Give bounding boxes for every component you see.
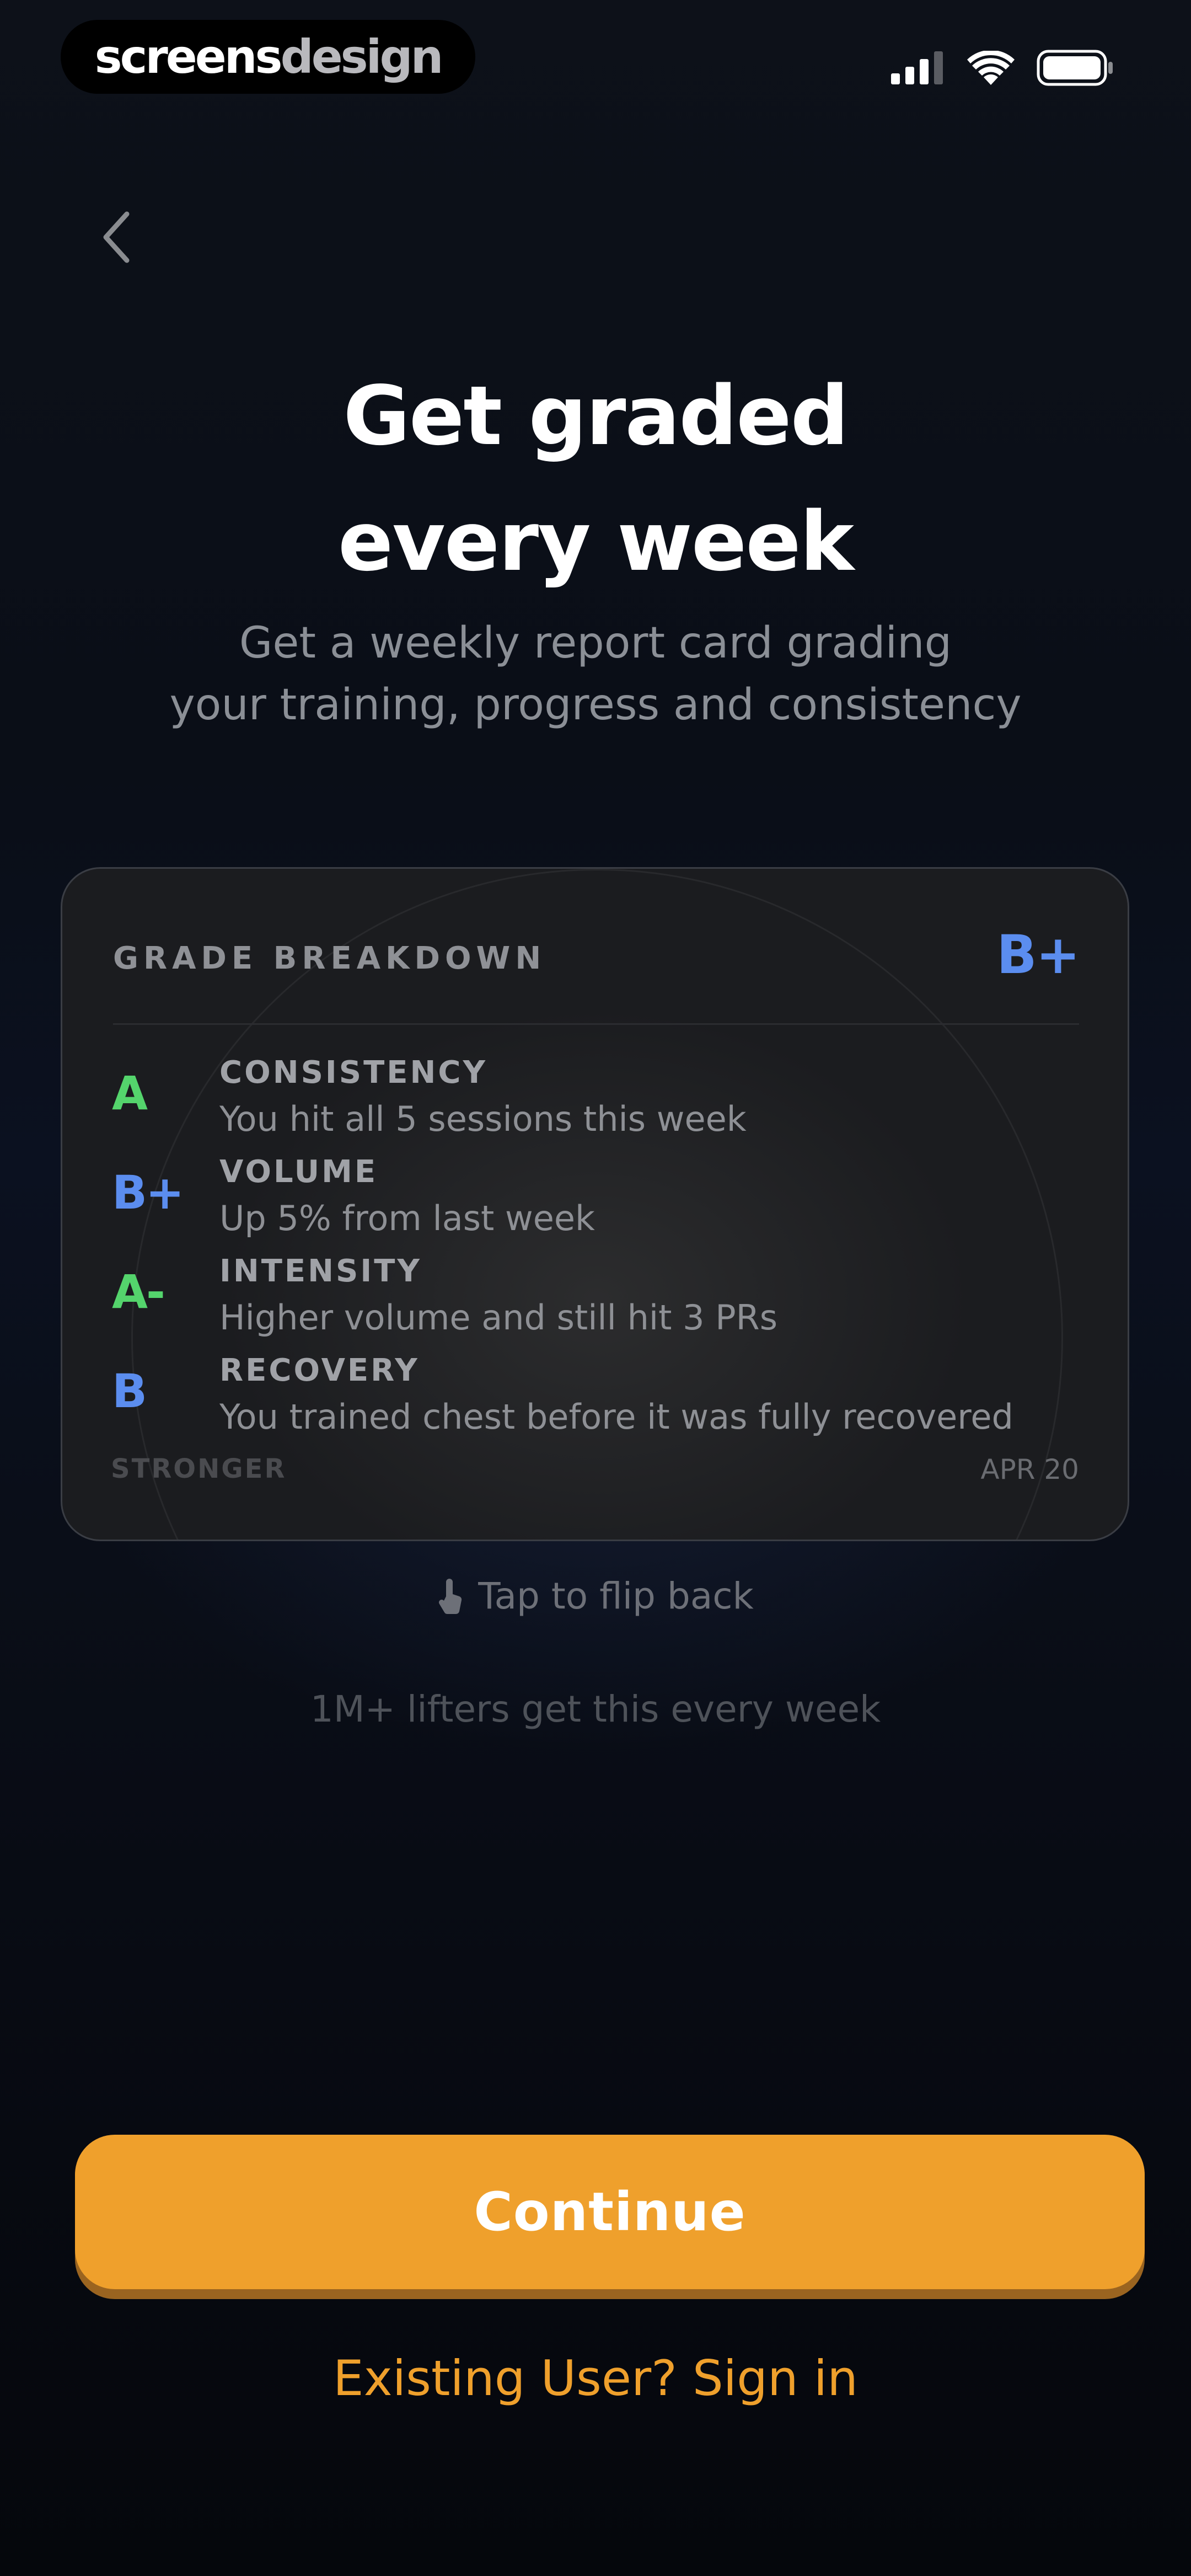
status-bar-icons — [891, 49, 1114, 87]
grade-letter: A- — [112, 1265, 165, 1319]
hand-tap-icon — [439, 1578, 462, 1614]
grade-letter: B+ — [112, 1166, 184, 1220]
grade-description: You trained chest before it was fully re… — [219, 1397, 1013, 1437]
brand-primary-text: screens — [94, 30, 283, 84]
grade-row-recovery: B RECOVERY You trained chest before it w… — [62, 1349, 1128, 1448]
grade-description: Higher volume and still hit 3 PRs — [219, 1297, 778, 1338]
grade-description: Up 5% from last week — [219, 1198, 595, 1238]
sign-in-link[interactable]: Existing User? Sign in — [0, 2350, 1191, 2407]
wifi-icon — [967, 51, 1015, 85]
title-line-1: Get graded — [343, 368, 849, 463]
cellular-signal-icon — [891, 51, 943, 84]
card-divider — [113, 1023, 1079, 1025]
screensdesign-watermark: screens design — [61, 20, 475, 94]
page-subtitle: Get a weekly report card grading your tr… — [0, 612, 1191, 736]
subtitle-line-2: your training, progress and consistency — [169, 680, 1022, 730]
flip-hint[interactable]: Tap to flip back — [0, 1575, 1191, 1617]
card-date: APR 20 — [980, 1453, 1079, 1485]
title-line-2: every week — [337, 494, 854, 589]
grade-label: RECOVERY — [219, 1353, 420, 1388]
stronger-logo: STRONGER — [111, 1453, 287, 1484]
continue-button[interactable]: Continue — [75, 2135, 1145, 2289]
chevron-left-icon — [103, 211, 130, 263]
brand-secondary-text: design — [280, 30, 444, 84]
overall-grade: B+ — [996, 924, 1080, 986]
grade-row-consistency: A CONSISTENCY You hit all 5 sessions thi… — [62, 1051, 1128, 1150]
social-proof-text: 1M+ lifters get this every week — [310, 1688, 881, 1730]
flip-hint-text: Tap to flip back — [478, 1575, 754, 1617]
card-header-label: GRADE BREAKDOWN — [113, 940, 546, 976]
grade-row-intensity: A- INTENSITY Higher volume and still hit… — [62, 1249, 1128, 1349]
battery-icon — [1037, 50, 1113, 86]
grade-row-volume: B+ VOLUME Up 5% from last week — [62, 1150, 1128, 1249]
back-button[interactable] — [88, 204, 143, 270]
grade-label: INTENSITY — [219, 1253, 422, 1289]
page-title: Get graded every week — [0, 353, 1191, 605]
grade-description: You hit all 5 sessions this week — [219, 1099, 747, 1139]
grade-letter: B — [112, 1364, 147, 1418]
onboarding-screen: screens design Get graded every week Get… — [0, 0, 1191, 2576]
grade-label: VOLUME — [219, 1154, 378, 1190]
subtitle-line-1: Get a weekly report card grading — [239, 618, 952, 668]
grade-letter: A — [112, 1066, 148, 1120]
grade-report-card[interactable]: GRADE BREAKDOWN B+ A CONSISTENCY You hit… — [61, 867, 1129, 1541]
grade-label: CONSISTENCY — [219, 1055, 488, 1091]
